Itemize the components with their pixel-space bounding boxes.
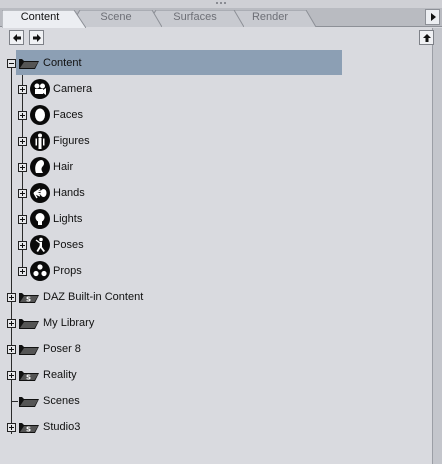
expand-toggle[interactable] <box>18 137 27 146</box>
right-edge-strip <box>432 28 442 464</box>
hand-icon <box>30 183 50 203</box>
tree-item-figures[interactable]: Figures <box>0 126 432 152</box>
tree-item-label: Content <box>43 57 82 69</box>
expand-toggle[interactable] <box>18 241 27 250</box>
tree-item-label: Reality <box>43 369 77 381</box>
tree-item-scenes[interactable]: Scenes <box>0 386 432 412</box>
folder-open-icon <box>19 397 39 407</box>
tree-item-label: Studio3 <box>43 421 81 433</box>
panel-top-strip <box>0 0 442 8</box>
tree-item-studio3[interactable]: S Studio3 <box>0 412 432 438</box>
expand-toggle[interactable] <box>18 163 27 172</box>
collapse-toggle[interactable] <box>7 59 16 68</box>
tree-item-label: Faces <box>53 109 83 121</box>
forward-button[interactable] <box>29 30 44 45</box>
daz-folder-icon: S <box>19 293 39 304</box>
arrow-right-icon <box>33 34 41 42</box>
tree-item-reality[interactable]: S Reality <box>0 360 432 386</box>
tree-item-poses[interactable]: Poses <box>0 230 432 256</box>
expand-toggle[interactable] <box>7 371 16 380</box>
tree-item-hair[interactable]: Hair <box>0 152 432 178</box>
tree-item-label: My Library <box>43 317 95 329</box>
expand-toggle[interactable] <box>7 319 16 328</box>
tree-item-label: Poses <box>53 239 84 251</box>
camera-icon <box>30 79 50 99</box>
arrow-up-icon <box>423 34 431 42</box>
tree-item-label: Camera <box>53 83 93 95</box>
expand-toggle[interactable] <box>7 345 16 354</box>
daz-folder-icon: S <box>19 371 39 382</box>
tree-item-faces[interactable]: Faces <box>0 100 432 126</box>
expand-toggle[interactable] <box>18 111 27 120</box>
tab-bar: Render Surfaces Scene Content <box>0 8 442 28</box>
tree-item-label: Lights <box>53 213 83 225</box>
svg-text:S: S <box>26 374 31 382</box>
tab-content[interactable]: Content <box>2 10 86 28</box>
parent-folder-button[interactable] <box>419 30 434 45</box>
expand-toggle[interactable] <box>7 423 16 432</box>
expand-toggle[interactable] <box>18 85 27 94</box>
tree-item-label: Figures <box>53 135 90 147</box>
tab-scroll-right-button[interactable] <box>425 9 440 25</box>
face-icon <box>30 105 50 125</box>
tree-item-camera[interactable]: Camera <box>0 74 432 100</box>
expand-toggle[interactable] <box>18 215 27 224</box>
tree-item-label: Hands <box>53 187 85 199</box>
folder-open-icon <box>19 319 39 329</box>
tree-item-label: Scenes <box>43 395 80 407</box>
tree-item-hands[interactable]: Hands <box>0 178 432 204</box>
folder-open-icon <box>19 345 39 355</box>
folder-open-icon <box>19 59 39 69</box>
tree-item-label: Hair <box>53 161 74 173</box>
props-icon <box>30 261 50 281</box>
svg-text:S: S <box>26 426 31 434</box>
tree-item-label: DAZ Built-in Content <box>43 291 144 303</box>
figure-icon <box>30 131 50 151</box>
tree-item-my-library[interactable]: My Library <box>0 308 432 334</box>
daz-folder-icon: S <box>19 423 39 434</box>
back-button[interactable] <box>9 30 24 45</box>
tree-item-lights[interactable]: Lights <box>0 204 432 230</box>
lightbulb-icon <box>30 209 50 229</box>
tree-item-poser-8[interactable]: Poser 8 <box>0 334 432 360</box>
svg-text:S: S <box>26 296 31 304</box>
expand-toggle[interactable] <box>7 293 16 302</box>
drag-grip-icon[interactable] <box>216 1 226 5</box>
tree-item-daz-built-in-content[interactable]: S DAZ Built-in Content <box>0 282 432 308</box>
tree-item-content[interactable]: Content <box>0 48 432 75</box>
tree-item-label: Props <box>53 265 82 277</box>
expand-toggle[interactable] <box>18 189 27 198</box>
tree-item-props[interactable]: Props <box>0 256 432 282</box>
content-tree: Content Camera Faces Figures Hair Hands … <box>0 48 432 464</box>
pose-icon <box>30 235 50 255</box>
expand-toggle[interactable] <box>18 267 27 276</box>
arrow-left-icon <box>13 34 21 42</box>
tree-item-label: Poser 8 <box>43 343 81 355</box>
hair-icon <box>30 157 50 177</box>
